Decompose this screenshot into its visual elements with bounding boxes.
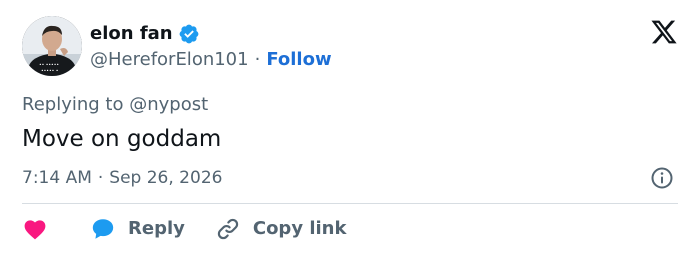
- handle-separator: ·: [254, 49, 261, 70]
- author-handle[interactable]: @HereforElon101: [90, 48, 249, 72]
- avatar-shirt-text-1: •• •••••: [39, 63, 59, 68]
- author-name-row: elon fan: [90, 22, 200, 46]
- tweet-date: Sep 26, 2026: [109, 168, 223, 188]
- author-display-name[interactable]: elon fan: [90, 22, 173, 46]
- divider: [22, 203, 678, 204]
- avatar[interactable]: •• ••••• ••••• •: [22, 16, 82, 76]
- author-handle-row: @HereforElon101 · Follow: [90, 48, 332, 72]
- avatar-shirt-text-2: ••••• •: [41, 69, 58, 74]
- tweet-timestamp[interactable]: 7:14 AM · Sep 26, 2026: [22, 167, 222, 189]
- action-bar: Reply Copy link: [22, 214, 346, 244]
- replying-prefix: Replying to: [22, 94, 124, 115]
- link-icon: [217, 218, 239, 240]
- avatar-image: •• ••••• ••••• •: [22, 16, 82, 76]
- tweet-embed-card: •• ••••• ••••• • elon fan @HereforElon10…: [0, 0, 700, 256]
- reply-bubble-icon: [92, 219, 114, 239]
- info-icon[interactable]: [650, 166, 674, 190]
- verified-badge-icon: [179, 24, 199, 44]
- follow-button[interactable]: Follow: [266, 48, 331, 72]
- x-logo-icon[interactable]: [650, 18, 678, 46]
- like-button[interactable]: [22, 216, 48, 242]
- copy-link-label: Copy link: [252, 218, 347, 239]
- replying-to-mention[interactable]: @nypost: [129, 94, 208, 115]
- tweet-text: Move on goddam: [22, 126, 222, 152]
- timestamp-separator: ·: [97, 168, 104, 188]
- replying-to-line: Replying to @nypost: [22, 94, 208, 116]
- reply-button[interactable]: Reply: [90, 216, 185, 242]
- copy-link-button[interactable]: Copy link: [215, 216, 347, 242]
- reply-label: Reply: [128, 218, 185, 239]
- tweet-time: 7:14 AM: [22, 168, 92, 188]
- heart-icon: [24, 220, 46, 240]
